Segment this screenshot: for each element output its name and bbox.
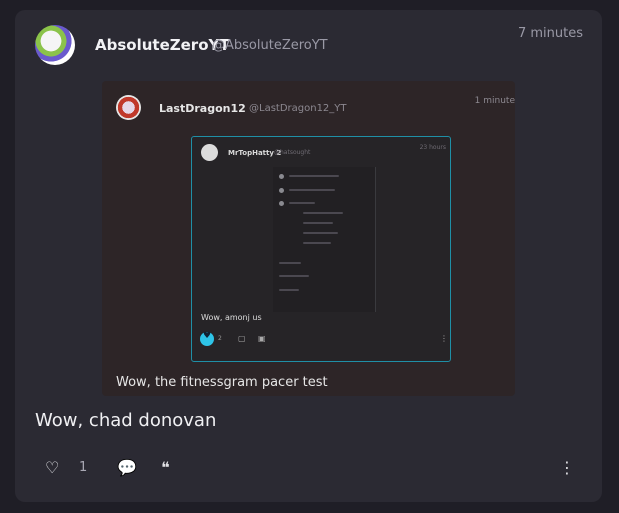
text-line [303, 242, 331, 244]
nested-post-text: Wow, amonj us [201, 313, 262, 322]
user-handle[interactable]: @AbsoluteZeroYT [212, 38, 328, 53]
quoted-post-text: Wow, the fitnessgram pacer test [116, 375, 328, 390]
username[interactable]: AbsoluteZeroYT [95, 36, 230, 54]
quoted-username: LastDragon12 [159, 102, 246, 115]
quote-icon: ▣ [258, 334, 266, 343]
text-line [303, 232, 338, 234]
heart-icon[interactable]: ♡ [45, 458, 59, 477]
heart-icon [200, 331, 214, 346]
post-card: AbsoluteZeroYT @AbsoluteZeroYT 7 minutes… [15, 10, 602, 502]
post-timestamp[interactable]: 7 minutes [518, 26, 583, 41]
text-line [289, 202, 315, 204]
more-vertical-icon: ⋮ [440, 334, 448, 343]
text-line [279, 275, 309, 277]
quoted-post[interactable]: LastDragon12 @LastDragon12_YT 1 minute M… [102, 81, 515, 396]
avatar [279, 174, 284, 179]
text-line [289, 175, 339, 177]
comment-icon[interactable]: 💬 [117, 458, 137, 477]
avatar[interactable] [35, 25, 75, 65]
text-line [289, 189, 335, 191]
text-line [303, 222, 333, 224]
avatar [279, 188, 284, 193]
nested-quoted-post: MrTopHatty 2 @hatsought 23 hours Wow, am… [191, 136, 451, 362]
nested-handle: @hatsought [274, 149, 311, 156]
deep-nested-preview [273, 167, 376, 312]
post-text: Wow, chad donovan [35, 410, 217, 431]
avatar [116, 95, 141, 120]
avatar [201, 144, 218, 161]
text-line [279, 289, 299, 291]
text-line [303, 212, 343, 214]
quote-icon[interactable]: ❝ [161, 458, 170, 477]
nested-like-count: 2 [218, 335, 222, 342]
avatar [279, 201, 284, 206]
more-vertical-icon[interactable]: ⋮ [559, 458, 575, 477]
comment-icon: ▢ [238, 334, 246, 343]
quoted-timestamp: 1 minute [474, 96, 515, 106]
quoted-handle: @LastDragon12_YT [249, 103, 347, 114]
text-line [279, 262, 301, 264]
like-count: 1 [79, 460, 88, 475]
nested-timestamp: 23 hours [419, 144, 446, 151]
